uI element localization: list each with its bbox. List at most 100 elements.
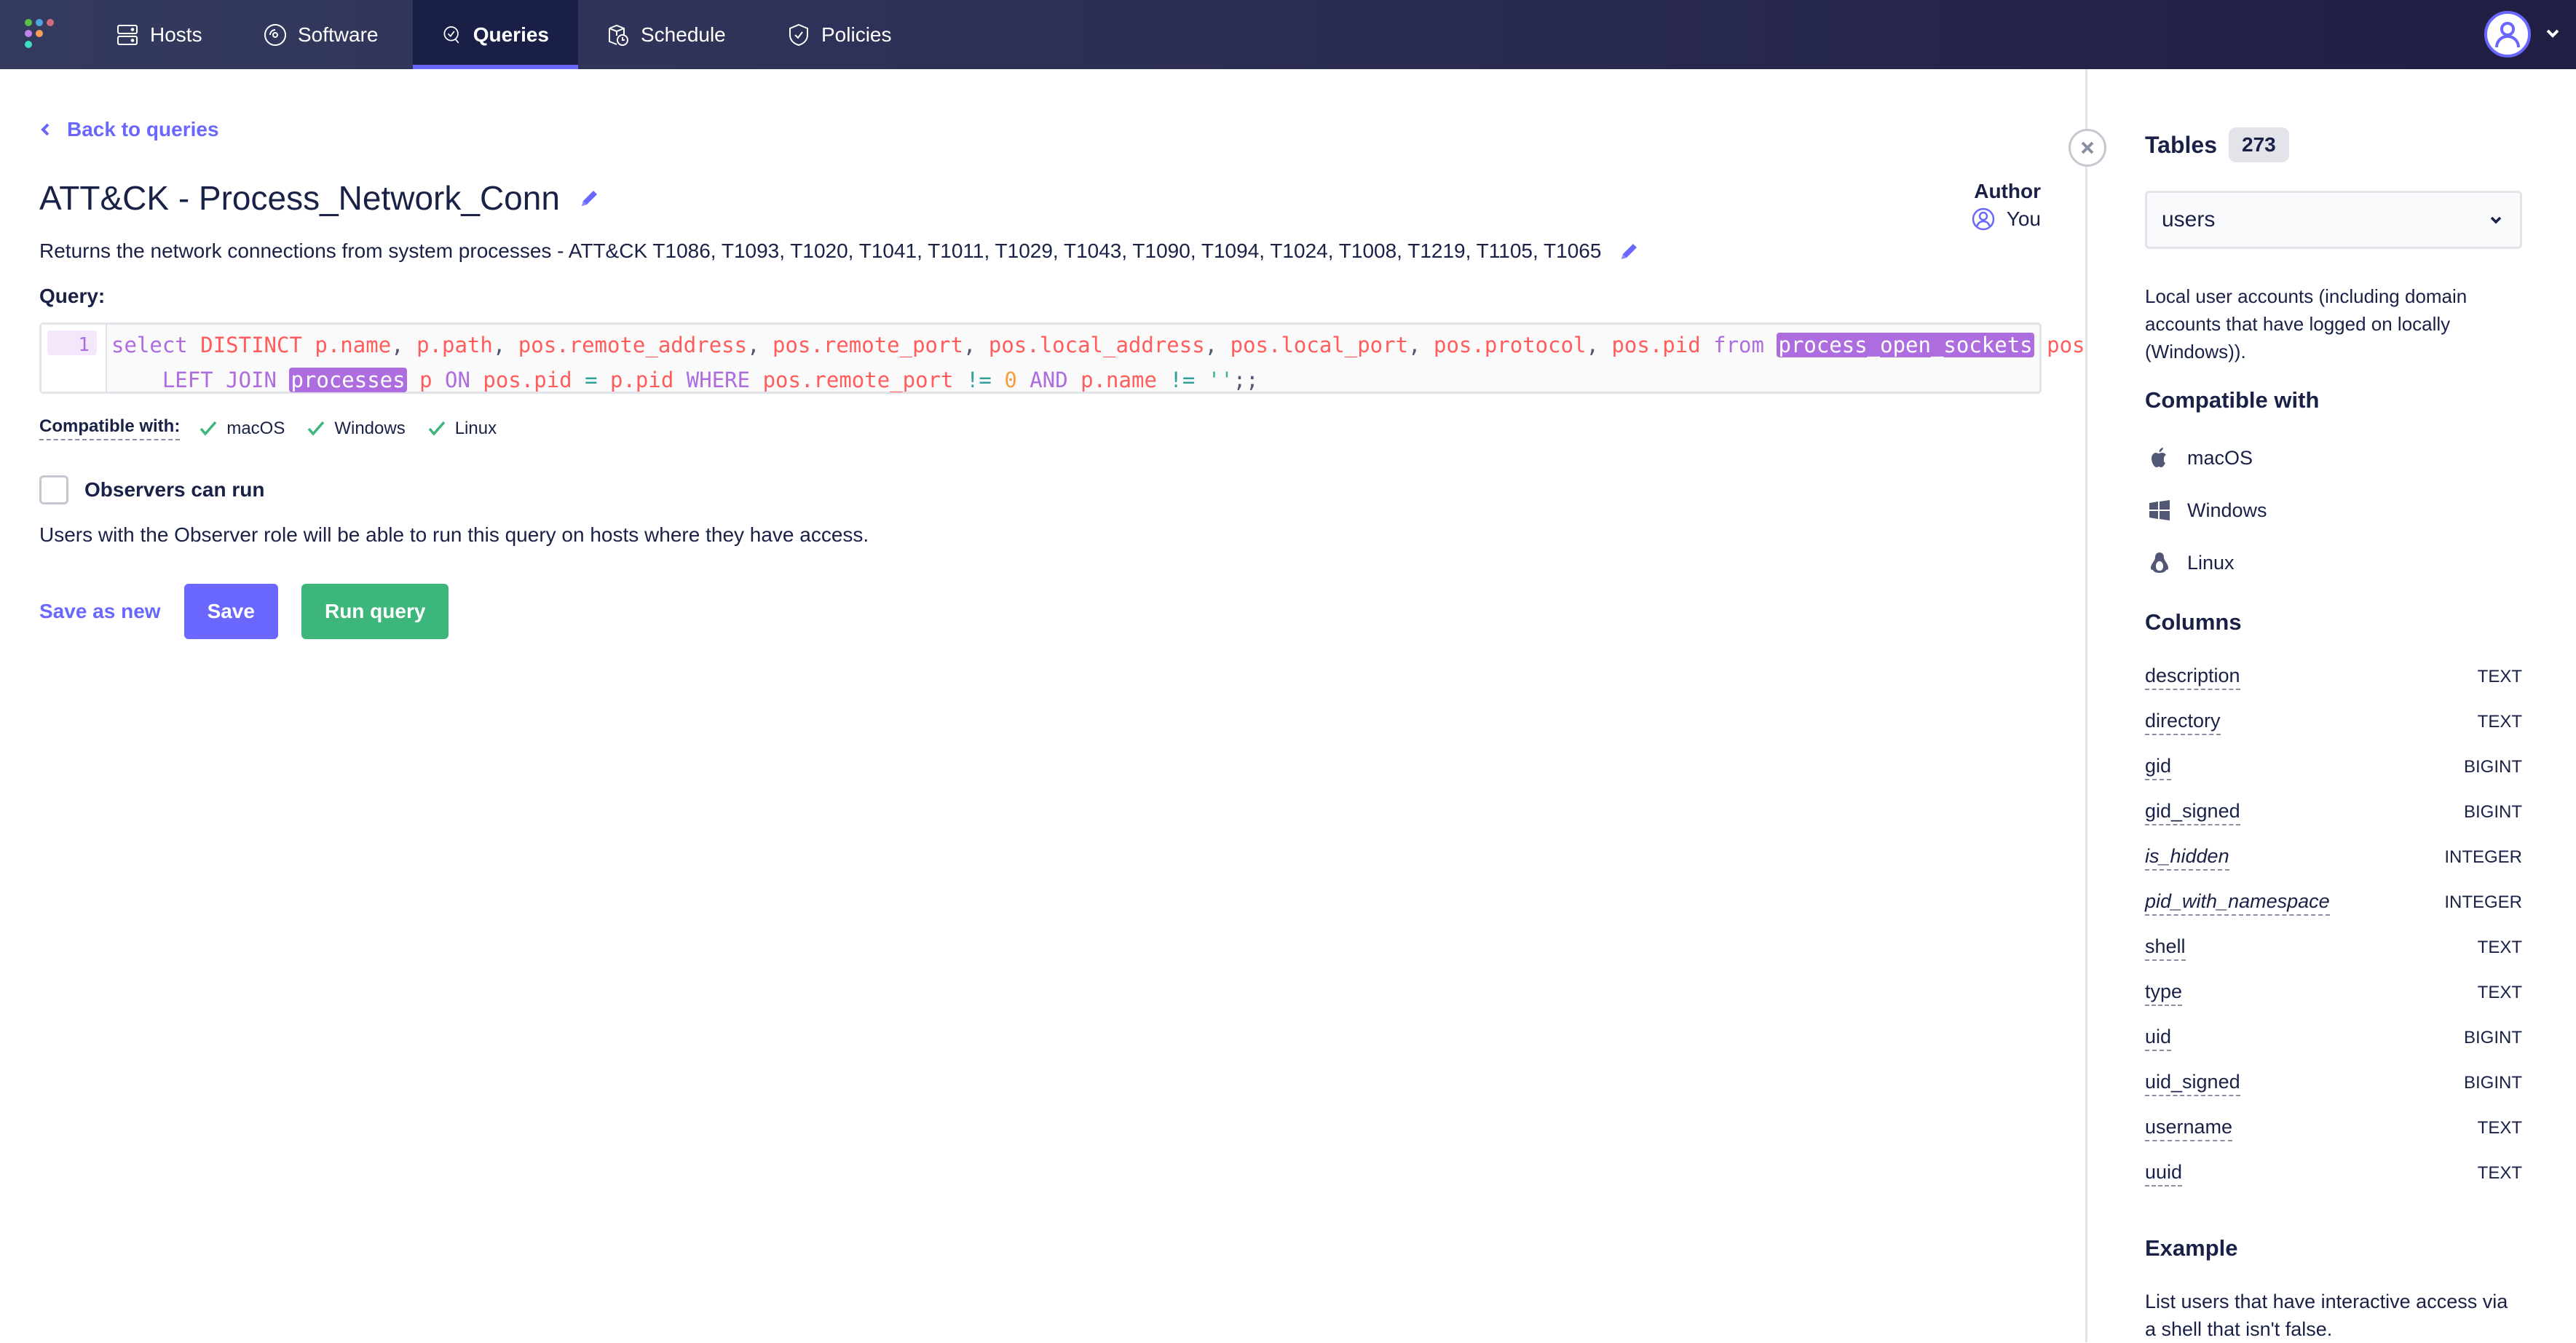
nav-item-policies[interactable]: Policies [757,0,920,69]
edit-description-pencil-icon[interactable] [1619,240,1640,262]
windows-icon [2149,500,2170,520]
query-description[interactable]: Returns the network connections from sys… [39,239,1601,263]
author-label: Author [1974,180,2041,202]
column-row: uuid TEXT [2145,1161,2522,1186]
policies-icon [789,23,808,46]
user-avatar[interactable] [2484,11,2531,58]
column-name[interactable]: uid [2145,1026,2172,1051]
nav-label: Software [298,23,379,46]
columns-title: Columns [2145,609,2242,635]
column-row: type TEXT [2145,980,2522,1006]
linux-icon [2151,552,2168,573]
logo-dot [47,19,54,26]
column-type: INTEGER [2444,892,2522,912]
author-name: You [2006,207,2041,230]
column-type: BIGINT [2463,802,2522,822]
column-name[interactable]: type [2145,980,2183,1006]
close-icon [2081,141,2094,154]
column-name[interactable]: uid_signed [2145,1071,2240,1096]
sql-code[interactable]: select DISTINCT p.name, p.path, pos.remo… [111,328,2085,397]
column-row: gid_signed BIGINT [2145,800,2522,825]
tables-title: Tables [2145,131,2217,158]
column-name[interactable]: gid [2145,755,2172,780]
nav-label: Schedule [641,23,726,46]
logo-dot [25,19,32,26]
column-row: username TEXT [2145,1116,2522,1141]
close-sidebar-button[interactable] [2069,129,2106,167]
column-name[interactable]: directory [2145,710,2221,735]
save-button[interactable]: Save [183,584,278,639]
platform-windows: Windows [2148,499,2267,522]
query-label: Query: [39,285,106,307]
selected-table: users [2162,207,2216,231]
column-type: INTEGER [2444,847,2522,867]
platform-label: Linux [2187,551,2235,574]
compat-macos: macOS [199,419,285,439]
sidebar-divider [2085,69,2087,1342]
column-type: TEXT [2477,983,2522,1002]
table-description: Local user accounts (including domain ac… [2145,285,2468,363]
column-name[interactable]: gid_signed [2145,800,2240,825]
compat-linux: Linux [427,419,497,439]
save-as-new-button[interactable]: Save as new [39,600,161,623]
platform-linux: Linux [2148,551,2235,574]
column-name[interactable]: description [2145,665,2240,690]
nav-label: Queries [473,23,549,46]
schedule-icon [609,24,628,46]
run-query-button[interactable]: Run query [301,584,449,639]
nav-item-queries[interactable]: Queries [413,0,578,69]
edit-title-pencil-icon[interactable] [579,187,601,209]
hosts-icon [117,24,138,45]
column-row: gid BIGINT [2145,755,2522,780]
check-icon [199,421,217,436]
user-avatar-icon [2495,22,2520,48]
sql-editor[interactable]: 1 select DISTINCT p.name, p.path, pos.re… [39,322,2085,397]
compatibility-row: Compatible with: macOS Windows Linux [39,416,518,440]
nav-item-software[interactable]: Software [234,0,408,69]
example-title: Example [2145,1235,2238,1261]
back-to-queries-link[interactable]: Back to queries [39,118,219,141]
platform-macos: macOS [2148,446,2253,470]
compat-windows: Windows [307,419,406,439]
nav-item-schedule[interactable]: Schedule [577,0,755,69]
title-row: ATT&CK - Process_Network_Conn [39,178,601,218]
column-name[interactable]: is_hidden [2145,845,2229,871]
tables-header: Tables 273 [2145,127,2289,162]
observers-help-text: Users with the Observer role will be abl… [39,523,869,546]
platform-label: Linux [454,418,497,438]
column-name[interactable]: username [2145,1116,2233,1141]
action-buttons: Save as new Save Run query [39,584,449,639]
column-name[interactable]: shell [2145,935,2186,961]
column-type: BIGINT [2463,1028,2522,1047]
column-name[interactable]: uuid [2145,1161,2183,1186]
fleet-logo[interactable] [25,19,57,51]
compatible-with-label[interactable]: Compatible with: [39,416,181,440]
user-icon [1972,207,1994,231]
chevron-down-icon[interactable] [2544,25,2561,42]
author-block: Author You [1972,180,2041,231]
observers-can-run-checkbox[interactable]: Observers can run [39,475,264,504]
check-icon [428,421,446,436]
back-link-label: Back to queries [67,118,219,140]
check-icon [308,421,325,436]
checkbox[interactable] [39,475,68,504]
logo-dot [25,41,32,48]
column-row: uid_signed BIGINT [2145,1071,2522,1096]
example-description: List users that have interactive access … [2145,1291,2508,1340]
description-row: Returns the network connections from sys… [39,239,1640,263]
nav-label: Hosts [150,23,202,46]
column-type: TEXT [2477,667,2522,686]
logo-dot [25,30,32,37]
query-editor-page: Back to queries ATT&CK - Process_Network… [0,69,2086,1342]
column-name[interactable]: pid_with_namespace [2145,890,2330,916]
table-highlight: process_open_sockets [1777,333,2034,357]
column-type: TEXT [2477,1118,2522,1138]
nav-item-hosts[interactable]: Hosts [86,0,232,69]
queries-icon [443,25,459,44]
table-highlight: processes [289,368,407,392]
table-select-dropdown[interactable]: users [2145,191,2522,249]
page-title[interactable]: ATT&CK - Process_Network_Conn [39,178,560,218]
platform-label: macOS [226,418,285,438]
apple-icon [2152,448,2166,467]
platform-label: macOS [2187,446,2253,469]
